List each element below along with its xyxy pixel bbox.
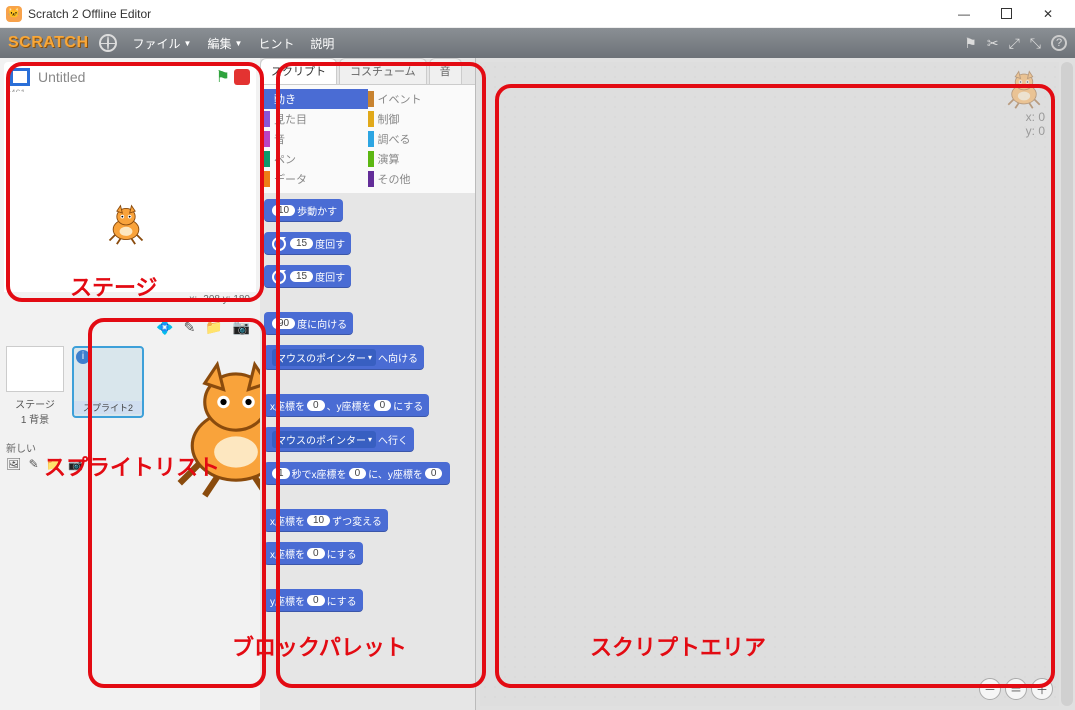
sprite-name-label: スプライト2 [74, 401, 142, 414]
sprite-thumbnail[interactable]: i スプライト2 [72, 346, 144, 418]
sprite-indicator: x: 0 y: 0 [1003, 68, 1045, 138]
shrink-icon[interactable]: ⤡ [1030, 35, 1041, 52]
scissors-icon[interactable]: ✂ [987, 35, 999, 52]
sprite-list: ステージ 1 背景 i スプライト2 [6, 346, 254, 426]
window-close[interactable]: ✕ [1027, 1, 1069, 27]
block-point-towards[interactable]: マウスのポインターへ向ける [264, 345, 424, 370]
tab-costumes[interactable]: コスチューム [339, 58, 427, 84]
block-goto-xy[interactable]: x座標を0、y座標を0にする [264, 394, 429, 417]
titlebar: 🐱 Scratch 2 Offline Editor — ✕ [0, 0, 1075, 28]
stop-icon[interactable] [234, 69, 250, 85]
new-sprite-upload-icon[interactable]: 📁 [205, 319, 222, 335]
scrollbar-vertical[interactable] [1061, 62, 1073, 706]
category-動き[interactable]: 動き [264, 89, 368, 109]
menu-hints[interactable]: ヒント [250, 35, 302, 52]
sprite-info-icon[interactable]: i [76, 350, 90, 364]
window-maximize[interactable] [985, 1, 1027, 27]
block-set-y[interactable]: y座標を0にする [264, 589, 363, 612]
zoom-in-icon[interactable]: ＋ [1031, 678, 1053, 700]
category-データ[interactable]: データ [264, 169, 368, 189]
tab-scripts[interactable]: スクリプト [260, 58, 337, 84]
menu-about[interactable]: 説明 [302, 35, 342, 52]
script-y-label: y: 0 [1003, 124, 1045, 138]
block-categories: 動き見た目音ペンデータ イベント制御調べる演算その他 [260, 84, 475, 193]
tab-sounds[interactable]: 音 [429, 58, 462, 84]
project-title[interactable]: Untitled [38, 69, 212, 85]
stage-thumb-label: ステージ [6, 396, 64, 411]
sprite-tools: 💠 ✎ 📁 📷 [6, 317, 254, 338]
language-icon[interactable] [99, 34, 117, 52]
green-flag-icon[interactable]: ⚑ [216, 67, 230, 87]
block-goto-target[interactable]: マウスのポインターへ行く [264, 427, 414, 452]
zoom-out-icon[interactable]: － [979, 678, 1001, 700]
stage-header: Untitled ⚑ [4, 62, 256, 92]
menu-file[interactable]: ファイル▼ [125, 35, 200, 52]
window-title: Scratch 2 Offline Editor [28, 7, 151, 21]
category-演算[interactable]: 演算 [368, 149, 472, 169]
block-turn-cw[interactable]: 15度回す [264, 232, 351, 255]
block-move-steps[interactable]: 10歩動かす [264, 199, 343, 222]
new-sprite-camera-icon[interactable]: 📷 [233, 319, 250, 335]
block-glide[interactable]: 1秒でx座標を0に、y座標を0 [264, 462, 450, 485]
stage-backdrop-count: 1 背景 [6, 411, 64, 426]
category-音[interactable]: 音 [264, 129, 368, 149]
backdrop-upload-icon[interactable]: 📁 [46, 457, 61, 471]
zoom-reset-icon[interactable]: ＝ [1005, 678, 1027, 700]
sprite-on-stage[interactable] [104, 202, 148, 246]
stamp-icon[interactable]: ⚑ [964, 35, 977, 52]
zoom-controls: － ＝ ＋ [979, 678, 1053, 700]
app-icon: 🐱 [6, 6, 22, 22]
fullscreen-icon[interactable] [10, 68, 30, 86]
category-イベント[interactable]: イベント [368, 89, 472, 109]
category-調べる[interactable]: 調べる [368, 129, 472, 149]
menubar: SCRATCH ファイル▼ 編集▼ ヒント 説明 ⚑ ✂ ⤢ ⤡ ? [0, 28, 1075, 58]
grow-icon[interactable]: ⤢ [1009, 35, 1020, 52]
backdrop-camera-icon[interactable]: 📷 [68, 457, 83, 471]
block-turn-ccw[interactable]: 15度回す [264, 265, 351, 288]
editor-tabs: スクリプト コスチューム 音 [260, 58, 475, 84]
backdrop-library-icon[interactable]: 🖼 [6, 457, 21, 471]
block-set-x[interactable]: x座標を0にする [264, 542, 363, 565]
category-制御[interactable]: 制御 [368, 109, 472, 129]
block-point-direction[interactable]: 90度に向ける [264, 312, 353, 335]
category-その他[interactable]: その他 [368, 169, 472, 189]
new-sprite-paint-icon[interactable]: ✎ [184, 319, 196, 335]
stage-canvas[interactable] [4, 92, 256, 292]
menu-edit[interactable]: 編集▼ [199, 35, 250, 52]
script-area[interactable] [480, 62, 1059, 706]
backdrop-paint-icon[interactable]: ✎ [29, 457, 39, 471]
new-sprite-library-icon[interactable]: 💠 [156, 319, 173, 335]
window-minimize[interactable]: — [943, 1, 985, 27]
stage-thumbnail[interactable]: ステージ 1 背景 [6, 346, 64, 426]
category-見た目[interactable]: 見た目 [264, 109, 368, 129]
scratch-logo[interactable]: SCRATCH [8, 34, 89, 52]
script-x-label: x: 0 [1003, 110, 1045, 124]
category-ペン[interactable]: ペン [264, 149, 368, 169]
block-change-x[interactable]: x座標を10ずつ変える [264, 509, 388, 532]
help-icon[interactable]: ? [1051, 35, 1067, 51]
stage-coordinates: x: -208 y: 180 [4, 292, 256, 307]
blocks-palette: 10歩動かす 15度回す 15度回す 90度に向ける マウスのポインターへ向ける… [260, 193, 475, 710]
